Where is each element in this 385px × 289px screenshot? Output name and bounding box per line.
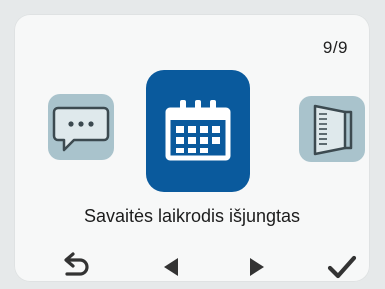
door-icon xyxy=(313,104,353,156)
prev-icon xyxy=(164,258,178,276)
message-icon xyxy=(52,106,110,152)
calendar-icon xyxy=(165,100,231,161)
back-button[interactable] xyxy=(54,250,94,282)
display-screen: 9/9 Savaitės laikrodis išjungtas xyxy=(14,14,370,282)
selected-menu-label: Savaitės laikrodis išjungtas xyxy=(83,206,301,226)
menu-item-weekly-clock[interactable] xyxy=(146,70,250,192)
device-frame: 9/9 Savaitės laikrodis išjungtas xyxy=(0,0,385,289)
confirm-button[interactable] xyxy=(322,250,362,282)
page-counter: 9/9 xyxy=(322,38,348,57)
confirm-icon xyxy=(327,255,357,279)
menu-item-door[interactable] xyxy=(299,96,365,162)
menu-item-messages[interactable] xyxy=(48,94,114,160)
back-icon xyxy=(64,252,89,276)
previous-button[interactable] xyxy=(152,250,192,282)
next-button[interactable] xyxy=(236,250,276,282)
next-icon xyxy=(250,258,264,276)
